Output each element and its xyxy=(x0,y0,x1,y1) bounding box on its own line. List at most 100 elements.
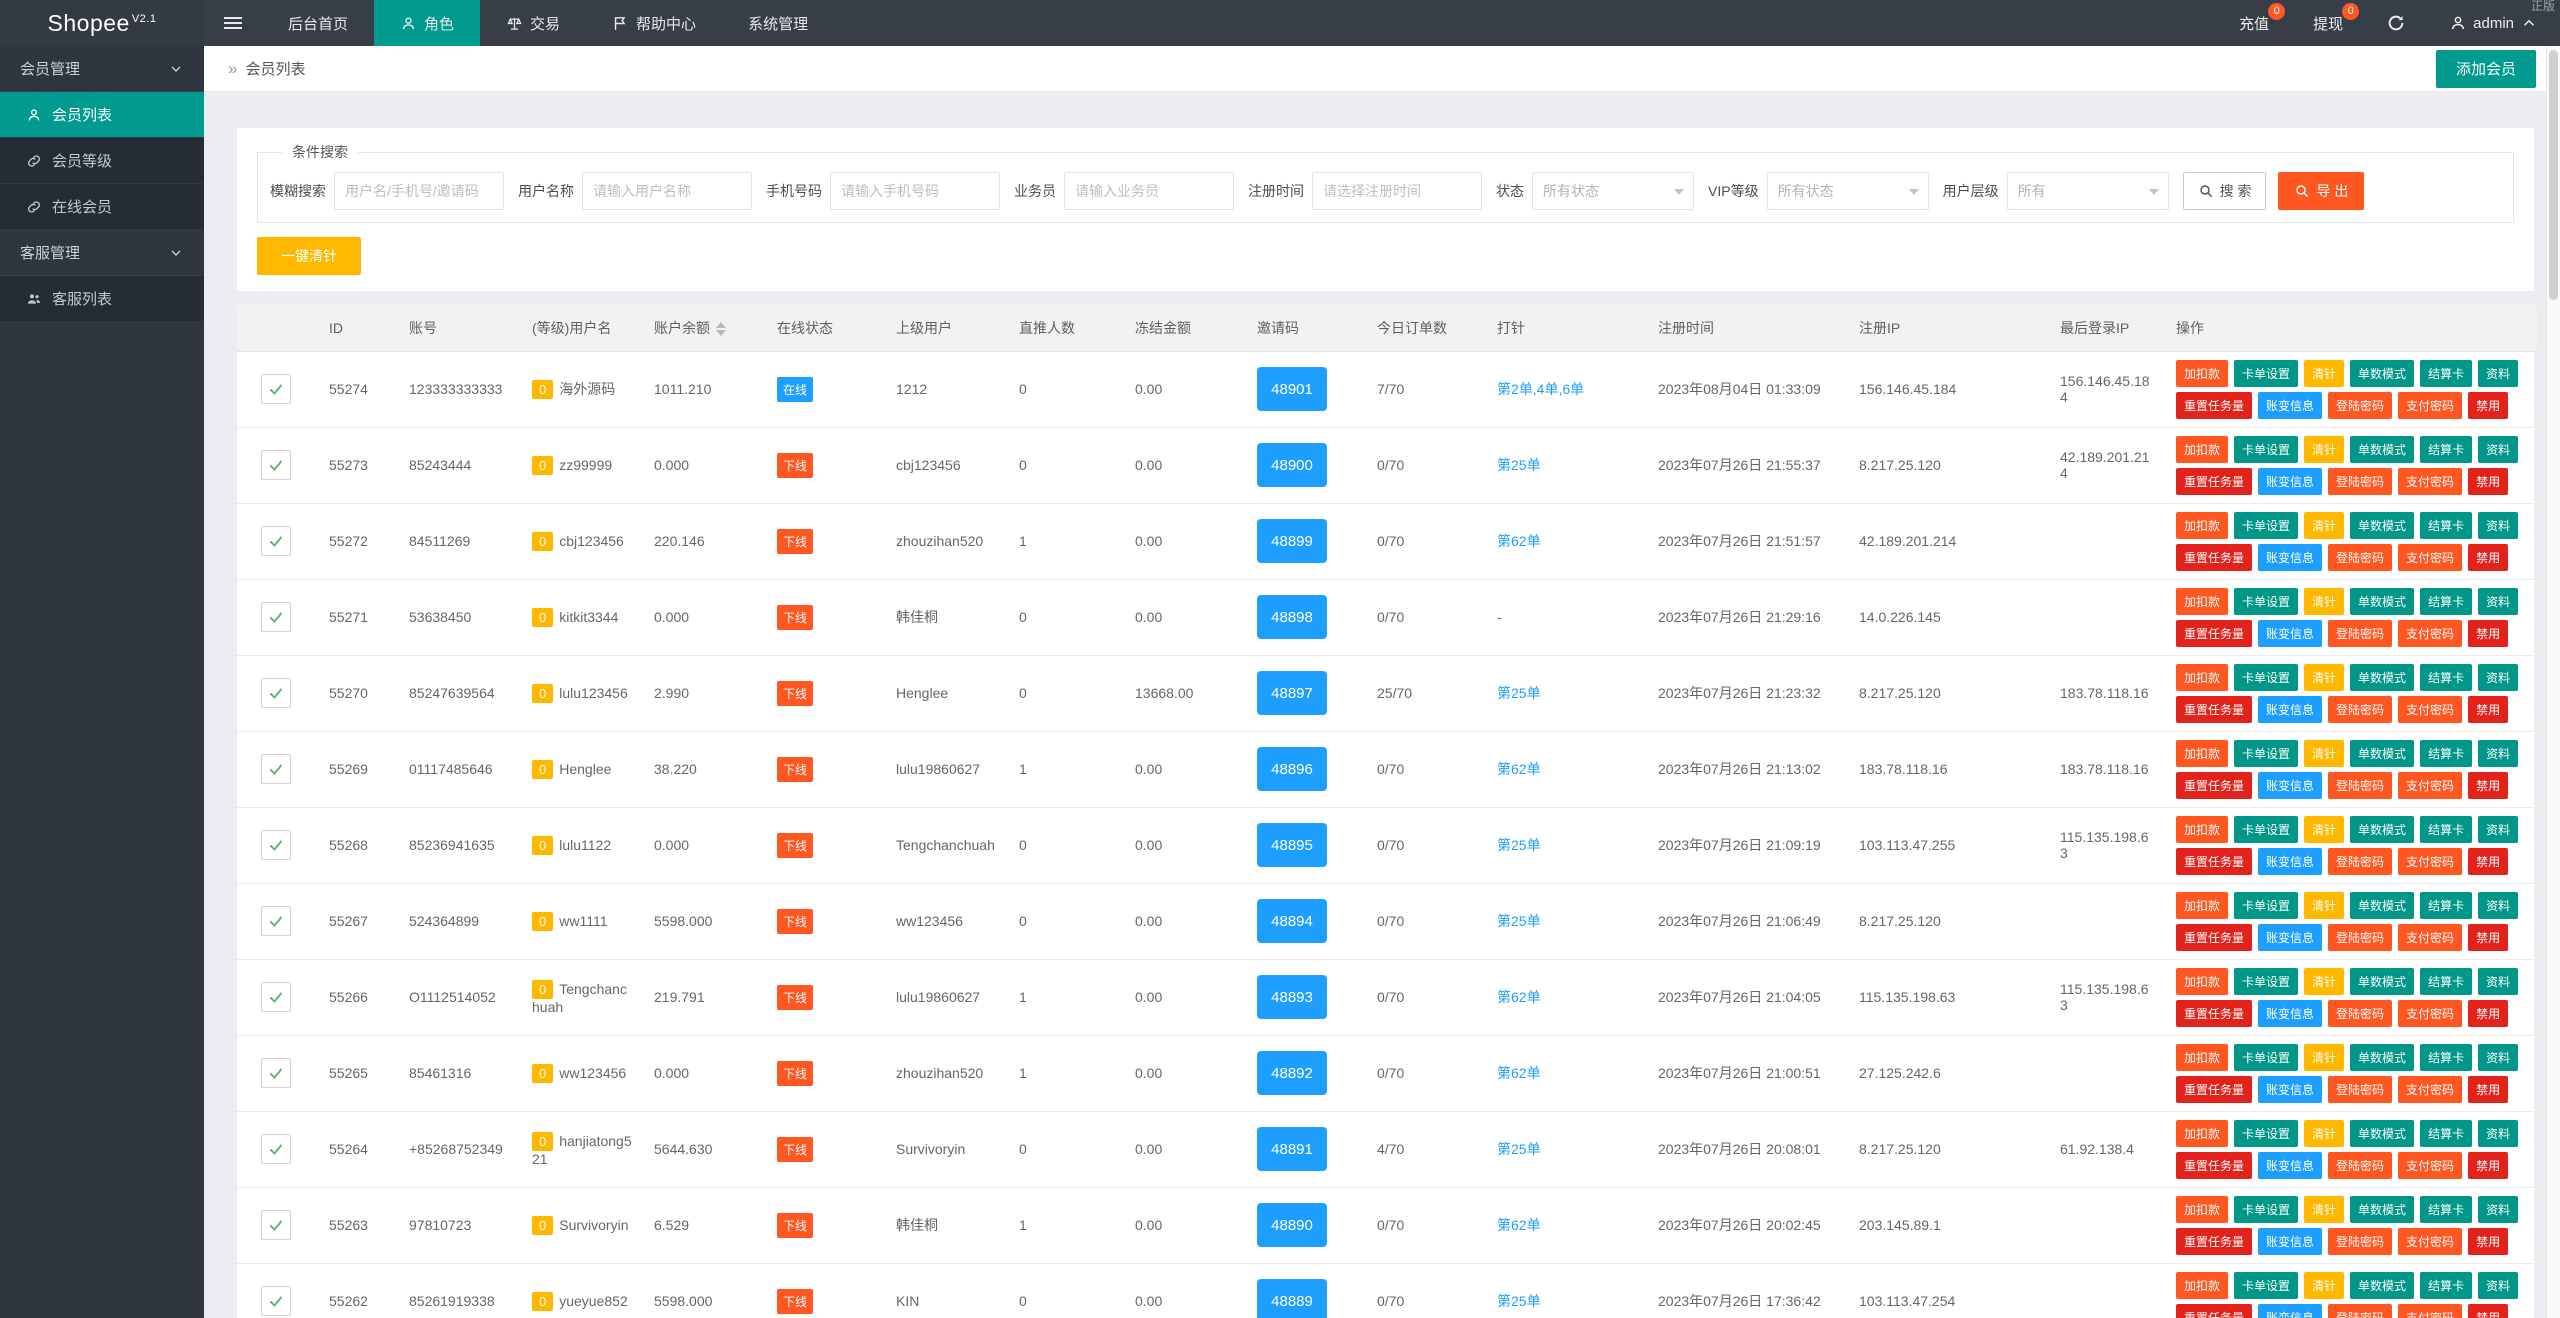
action-button[interactable]: 禁用 xyxy=(2468,468,2508,495)
invite-code-button[interactable]: 48890 xyxy=(1257,1203,1327,1247)
action-button[interactable]: 禁用 xyxy=(2468,1228,2508,1255)
action-button[interactable]: 登陆密码 xyxy=(2328,544,2392,571)
action-button[interactable]: 禁用 xyxy=(2468,1304,2508,1318)
action-button[interactable]: 禁用 xyxy=(2468,696,2508,723)
topbar-menu-item[interactable]: 交易 xyxy=(480,0,586,46)
action-button[interactable]: 卡单设置 xyxy=(2234,512,2298,539)
action-button[interactable]: 卡单设置 xyxy=(2234,436,2298,463)
action-button[interactable]: 支付密码 xyxy=(2398,620,2462,647)
action-button[interactable]: 禁用 xyxy=(2468,392,2508,419)
invite-code-button[interactable]: 48898 xyxy=(1257,595,1327,639)
action-button[interactable]: 清针 xyxy=(2304,1120,2344,1147)
sidebar-item[interactable]: 会员等级 xyxy=(0,138,204,184)
topbar-menu-item[interactable]: 系统管理 xyxy=(722,0,834,46)
action-button[interactable]: 卡单设置 xyxy=(2234,588,2298,615)
action-button[interactable]: 单数模式 xyxy=(2350,664,2414,691)
action-button[interactable]: 禁用 xyxy=(2468,1000,2508,1027)
inject-link[interactable]: 第25单 xyxy=(1497,837,1541,853)
action-button[interactable]: 登陆密码 xyxy=(2328,696,2392,723)
action-button[interactable]: 清针 xyxy=(2304,664,2344,691)
action-button[interactable]: 登陆密码 xyxy=(2328,1152,2392,1179)
inject-link[interactable]: 第25单 xyxy=(1497,685,1541,701)
action-button[interactable]: 加扣款 xyxy=(2176,1044,2228,1071)
action-button[interactable]: 账变信息 xyxy=(2258,620,2322,647)
action-button[interactable]: 清针 xyxy=(2304,892,2344,919)
refresh-button[interactable] xyxy=(2365,0,2427,46)
action-button[interactable]: 清针 xyxy=(2304,968,2344,995)
action-button[interactable]: 登陆密码 xyxy=(2328,1228,2392,1255)
action-button[interactable]: 账变信息 xyxy=(2258,696,2322,723)
scrollbar-thumb[interactable] xyxy=(2549,50,2558,300)
row-checkbox[interactable] xyxy=(261,982,291,1012)
action-button[interactable]: 清针 xyxy=(2304,360,2344,387)
row-checkbox[interactable] xyxy=(261,906,291,936)
action-button[interactable]: 支付密码 xyxy=(2398,924,2462,951)
action-button[interactable]: 资料 xyxy=(2478,588,2518,615)
action-button[interactable]: 单数模式 xyxy=(2350,740,2414,767)
action-button[interactable]: 加扣款 xyxy=(2176,1272,2228,1299)
action-button[interactable]: 结算卡 xyxy=(2420,816,2472,843)
row-checkbox[interactable] xyxy=(261,754,291,784)
action-button[interactable]: 清针 xyxy=(2304,740,2344,767)
action-button[interactable]: 禁用 xyxy=(2468,544,2508,571)
row-checkbox[interactable] xyxy=(261,602,291,632)
action-button[interactable]: 清针 xyxy=(2304,1044,2344,1071)
inject-link[interactable]: 第62单 xyxy=(1497,1217,1541,1233)
action-button[interactable]: 卡单设置 xyxy=(2234,1272,2298,1299)
action-button[interactable]: 结算卡 xyxy=(2420,1272,2472,1299)
action-button[interactable]: 禁用 xyxy=(2468,620,2508,647)
search-field-input[interactable] xyxy=(1064,172,1234,210)
sidebar-group-header[interactable]: 客服管理 xyxy=(0,230,204,276)
action-button[interactable]: 单数模式 xyxy=(2350,968,2414,995)
invite-code-button[interactable]: 48900 xyxy=(1257,443,1327,487)
inject-link[interactable]: 第2单,4单,6单 xyxy=(1497,381,1584,397)
inject-link[interactable]: 第25单 xyxy=(1497,1293,1541,1309)
action-button[interactable]: 登陆密码 xyxy=(2328,468,2392,495)
clear-inject-button[interactable]: 一键清针 xyxy=(257,237,361,275)
action-button[interactable]: 结算卡 xyxy=(2420,360,2472,387)
action-button[interactable]: 卡单设置 xyxy=(2234,664,2298,691)
action-button[interactable]: 支付密码 xyxy=(2398,1304,2462,1318)
sidebar-toggle-button[interactable] xyxy=(204,0,262,46)
action-button[interactable]: 卡单设置 xyxy=(2234,1120,2298,1147)
action-button[interactable]: 资料 xyxy=(2478,816,2518,843)
inject-link[interactable]: 第62单 xyxy=(1497,533,1541,549)
search-button[interactable]: 搜 索 xyxy=(2183,172,2267,210)
action-button[interactable]: 结算卡 xyxy=(2420,1120,2472,1147)
action-button[interactable]: 支付密码 xyxy=(2398,1228,2462,1255)
action-button[interactable]: 卡单设置 xyxy=(2234,816,2298,843)
action-button[interactable]: 登陆密码 xyxy=(2328,772,2392,799)
search-field-input[interactable] xyxy=(1312,172,1482,210)
search-field-select[interactable]: 所有状态 xyxy=(1532,172,1694,210)
action-button[interactable]: 资料 xyxy=(2478,436,2518,463)
action-button[interactable]: 账变信息 xyxy=(2258,1304,2322,1318)
action-button[interactable]: 支付密码 xyxy=(2398,1152,2462,1179)
topbar-menu-item[interactable]: 帮助中心 xyxy=(586,0,722,46)
action-button[interactable]: 单数模式 xyxy=(2350,1272,2414,1299)
action-button[interactable]: 资料 xyxy=(2478,360,2518,387)
action-button[interactable]: 账变信息 xyxy=(2258,1076,2322,1103)
action-button[interactable]: 清针 xyxy=(2304,588,2344,615)
action-button[interactable]: 清针 xyxy=(2304,512,2344,539)
action-button[interactable]: 重置任务量 xyxy=(2176,1152,2252,1179)
action-button[interactable]: 重置任务量 xyxy=(2176,544,2252,571)
action-button[interactable]: 账变信息 xyxy=(2258,1228,2322,1255)
action-button[interactable]: 清针 xyxy=(2304,1196,2344,1223)
action-button[interactable]: 清针 xyxy=(2304,816,2344,843)
action-button[interactable]: 禁用 xyxy=(2468,1152,2508,1179)
action-button[interactable]: 重置任务量 xyxy=(2176,1076,2252,1103)
action-button[interactable]: 重置任务量 xyxy=(2176,1000,2252,1027)
action-button[interactable]: 单数模式 xyxy=(2350,1044,2414,1071)
invite-code-button[interactable]: 48896 xyxy=(1257,747,1327,791)
action-button[interactable]: 支付密码 xyxy=(2398,772,2462,799)
action-button[interactable]: 加扣款 xyxy=(2176,1196,2228,1223)
action-button[interactable]: 卡单设置 xyxy=(2234,1196,2298,1223)
action-button[interactable]: 结算卡 xyxy=(2420,512,2472,539)
action-button[interactable]: 资料 xyxy=(2478,1272,2518,1299)
action-button[interactable]: 重置任务量 xyxy=(2176,1228,2252,1255)
action-button[interactable]: 禁用 xyxy=(2468,848,2508,875)
action-button[interactable]: 结算卡 xyxy=(2420,588,2472,615)
action-button[interactable]: 卡单设置 xyxy=(2234,892,2298,919)
action-button[interactable]: 单数模式 xyxy=(2350,588,2414,615)
action-button[interactable]: 清针 xyxy=(2304,436,2344,463)
